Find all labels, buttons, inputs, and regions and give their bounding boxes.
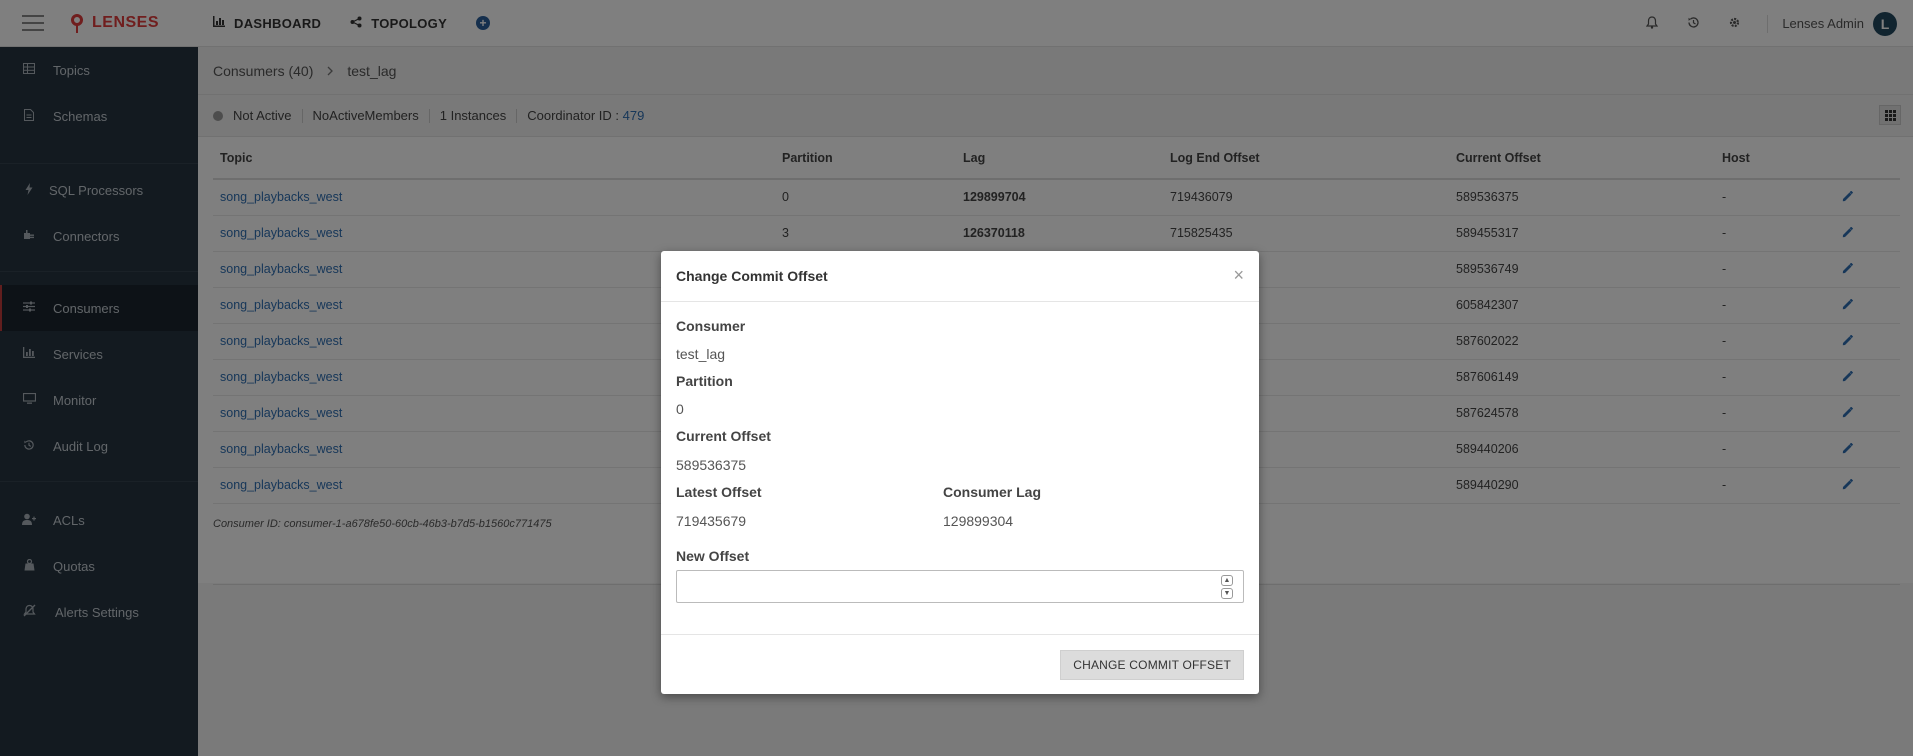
consumer-lag-label: Consumer Lag [943, 484, 1042, 500]
partition-label: Partition [676, 373, 733, 389]
partition-value: 0 [676, 401, 684, 417]
chevron-up-icon[interactable]: ▲ [1221, 575, 1233, 586]
new-offset-input[interactable]: ▲ ▼ [676, 570, 1244, 603]
number-stepper[interactable]: ▲ ▼ [1221, 575, 1233, 599]
consumer-lag-value: 129899304 [943, 513, 1014, 529]
close-icon[interactable]: × [1233, 266, 1244, 284]
new-offset-label: New Offset [676, 548, 750, 564]
modal-title: Change Commit Offset [676, 268, 828, 284]
latest-offset-value: 719435679 [676, 513, 747, 529]
consumer-value: test_lag [676, 346, 726, 362]
modal-footer: CHANGE COMMIT OFFSET [661, 634, 1259, 694]
current-offset-label: Current Offset [676, 428, 771, 444]
consumer-label: Consumer [676, 318, 746, 334]
latest-offset-label: Latest Offset [676, 484, 762, 500]
modal-body: Consumer test_lag Partition 0 Current Of… [661, 302, 1259, 634]
change-commit-offset-dialog: Change Commit Offset × Consumer test_lag… [661, 251, 1259, 694]
change-commit-offset-button[interactable]: CHANGE COMMIT OFFSET [1060, 650, 1244, 680]
modal-header: Change Commit Offset × [661, 251, 1259, 302]
chevron-down-icon[interactable]: ▼ [1221, 588, 1233, 599]
current-offset-value: 589536375 [676, 457, 747, 473]
